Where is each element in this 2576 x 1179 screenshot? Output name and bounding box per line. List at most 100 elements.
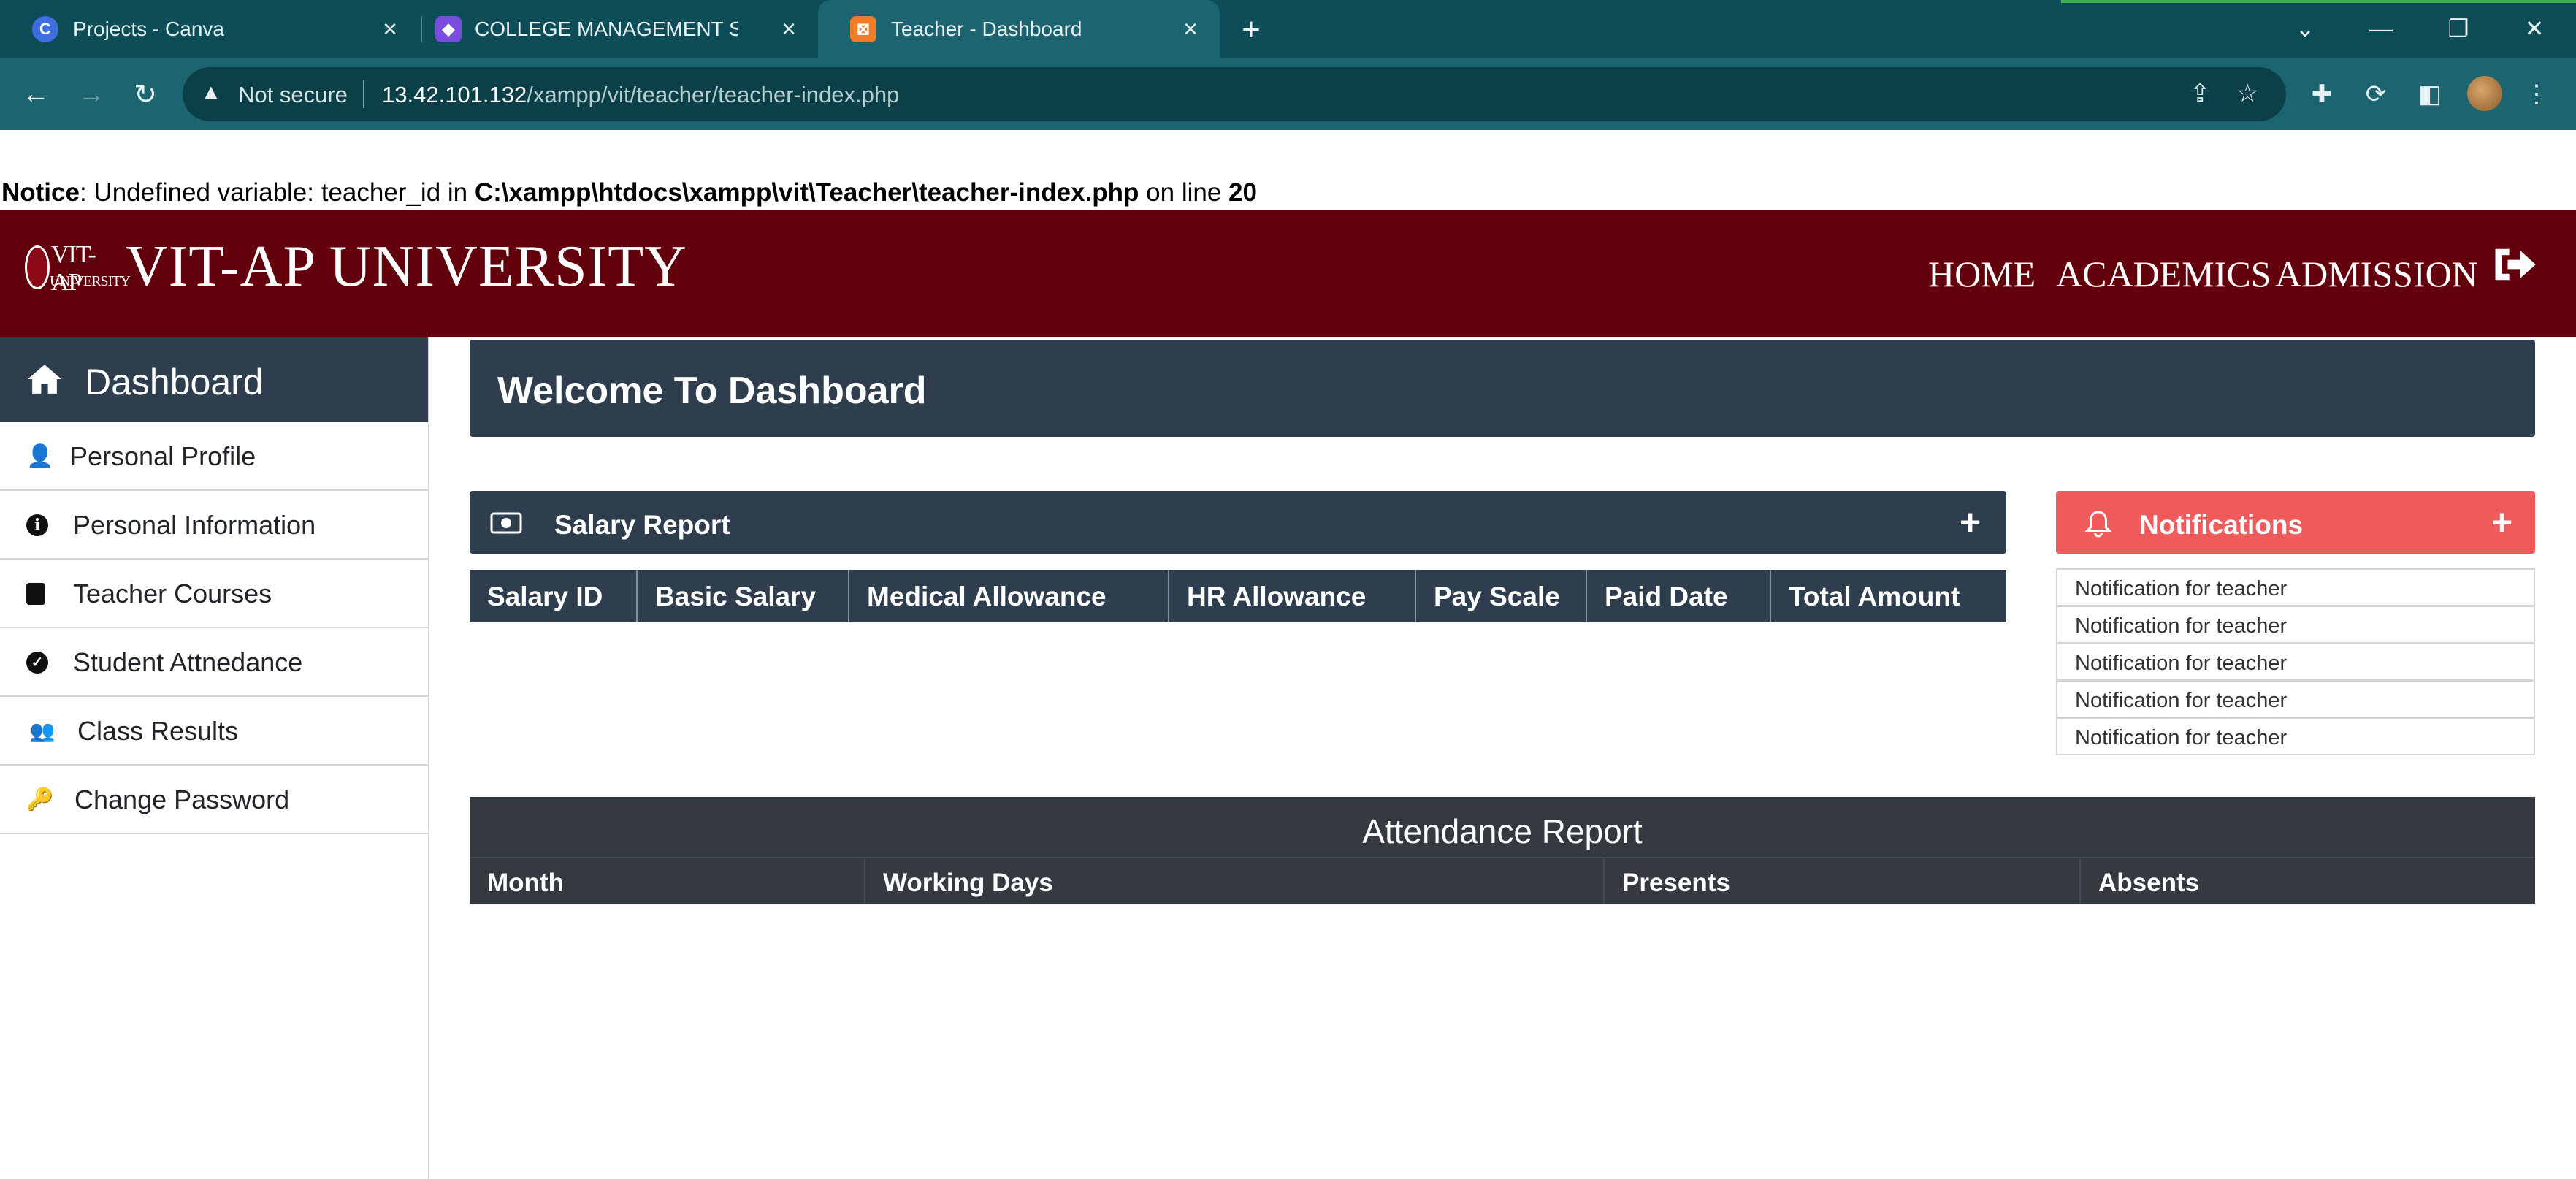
column-header: Paid Date [1587,570,1771,622]
address-bar[interactable]: ▲ Not secure 13.42.101.132/xampp/vit/tea… [183,67,2286,121]
app-icon: ◆ [435,16,462,42]
salary-report-title: Salary Report [554,510,730,540]
notice-line: 20 [1228,178,1257,207]
sidebar-item-label: Personal Information [73,510,316,540]
forward-icon[interactable]: → [73,76,110,112]
expand-plus-icon[interactable]: + [1960,501,1981,543]
notice-path: C:\xampp\htdocs\xampp\vit\Teacher\teache… [474,178,1139,207]
column-header: Presents [1605,858,2081,904]
list-item[interactable]: Notification for teacher [2056,568,2535,606]
page-title: Welcome To Dashboard [497,370,927,412]
window-accent-strip [2061,0,2576,3]
notifications-title: Notifications [2139,510,2304,540]
notice-message: : Undefined variable: teacher_id in [79,178,475,207]
sidebar-item-personal-profile[interactable]: 👤 Personal Profile [0,422,428,491]
tab-college-management[interactable]: ◆ COLLEGE MANAGEMENT SYSTEM × [409,0,815,58]
close-icon[interactable]: × [1176,15,1205,44]
close-icon[interactable]: × [375,15,405,44]
notifications-header: Notifications + [2056,491,2535,554]
logo-text-2: UNIVERSITY [50,273,131,289]
sidebar-item-label: Teacher Courses [73,579,272,608]
sidebar-item-label: Personal Profile [70,441,256,471]
menu-kebab-icon[interactable]: ⋮ [2518,76,2555,112]
university-logo[interactable]: VIT-AP UNIVERSITY [25,240,131,296]
info-icon: i [26,514,48,536]
url-host: 13.42.101.132 [382,82,527,107]
sidebar-item-teacher-courses[interactable]: Teacher Courses [0,560,428,628]
minimize-icon[interactable]: — [2359,10,2403,47]
url-text[interactable]: 13.42.101.132/xampp/vit/teacher/teacher-… [382,82,899,108]
attendance-report-title: Attendance Report [1362,812,1643,850]
tab-title: Projects - Canva [73,18,224,40]
bell-icon [2085,511,2111,538]
share-icon[interactable]: ⇪ [2190,79,2211,108]
user-icon: 👤 [26,444,54,468]
attendance-table-header: Month Working Days Presents Absents [470,858,2535,904]
logout-icon[interactable] [2489,240,2539,289]
nav-admission[interactable]: ADMISSION [2275,253,2478,295]
salary-table-header: Salary ID Basic Salary Medical Allowance… [470,570,2006,622]
column-header: Basic Salary [638,570,849,622]
column-header: Working Days [865,858,1605,904]
xampp-icon: ⊠ [850,16,876,42]
tab-teacher-dashboard[interactable]: ⊠ Teacher - Dashboard × [818,0,1220,58]
close-icon[interactable]: × [774,15,803,44]
restore-icon[interactable]: ❐ [2437,10,2480,47]
nav-academics[interactable]: ACADEMICS [2056,253,2271,295]
users-icon: 👥 [29,720,56,742]
tab-title: COLLEGE MANAGEMENT SYSTEM [475,18,738,40]
key-icon: 🔑 [26,787,54,812]
check-circle-icon: ✓ [26,652,48,674]
reload-icon[interactable]: ↻ [127,76,164,112]
tab-title: Teacher - Dashboard [891,18,1082,40]
list-item[interactable]: Notification for teacher [2056,680,2535,718]
list-item[interactable]: Notification for teacher [2056,606,2535,644]
home-icon [28,365,61,394]
php-notice: Notice: Undefined variable: teacher_id i… [1,178,1257,207]
nav-home[interactable]: HOME [1928,253,2036,295]
column-header: HR Allowance [1169,570,1416,622]
logo-seal-icon [25,245,50,289]
canva-icon: C [32,16,58,42]
notice-label: Notice [1,178,80,207]
list-item[interactable]: Notification for teacher [2056,643,2535,681]
site-header: VIT-AP UNIVERSITY VIT-AP UNIVERSITY HOME… [0,210,2576,337]
expand-plus-icon[interactable]: + [2491,501,2512,543]
brand-title: VIT-AP UNIVERSITY [126,234,687,299]
sidebar-item-personal-information[interactable]: i Personal Information [0,491,428,560]
column-header: Pay Scale [1416,570,1587,622]
sidebar: Dashboard 👤 Personal Profile i Personal … [0,337,429,1179]
side-panel-icon[interactable]: ◧ [2412,76,2448,112]
sidebar-item-dashboard[interactable]: Dashboard [0,337,428,422]
money-bill-icon [490,512,522,534]
column-header: Month [470,858,865,904]
column-header: Total Amount [1789,581,1960,611]
tab-canva[interactable]: C Projects - Canva × [0,0,409,58]
notice-online: on line [1139,178,1229,207]
tab-search-chevron-icon[interactable]: ⌄ [2283,10,2327,47]
column-header: Absents [2098,869,2200,897]
attendance-report-header: Attendance Report [470,797,2535,858]
profile-avatar[interactable] [2467,76,2502,111]
sync-icon[interactable]: ⟳ [2358,76,2394,112]
sidebar-item-label: Change Password [74,785,290,814]
warning-icon[interactable]: ▲ [200,80,222,105]
sidebar-item-change-password[interactable]: 🔑 Change Password [0,766,428,834]
browser-toolbar: ← → ↻ ▲ Not secure 13.42.101.132/xampp/v… [0,58,2576,130]
column-header: Salary ID [470,570,638,622]
welcome-banner: Welcome To Dashboard [470,340,2535,437]
url-path: /xampp/vit/teacher/teacher-index.php [527,82,900,107]
security-label[interactable]: Not secure [238,82,348,108]
bookmark-star-icon[interactable]: ☆ [2236,79,2258,108]
window-close-icon[interactable]: ✕ [2512,10,2556,47]
browser-tab-bar: C Projects - Canva × ◆ COLLEGE MANAGEMEN… [0,0,2576,58]
sidebar-item-class-results[interactable]: 👥 Class Results [0,697,428,766]
list-item[interactable]: Notification for teacher [2056,717,2535,755]
sidebar-item-label: Student Attnedance [73,647,303,677]
extensions-puzzle-icon[interactable]: ✚ [2304,76,2340,112]
sidebar-title: Dashboard [85,362,264,402]
back-icon[interactable]: ← [18,76,54,112]
new-tab-icon[interactable]: + [1234,12,1268,47]
sidebar-item-student-attendance[interactable]: ✓ Student Attnedance [0,628,428,697]
column-header: Medical Allowance [849,570,1169,622]
